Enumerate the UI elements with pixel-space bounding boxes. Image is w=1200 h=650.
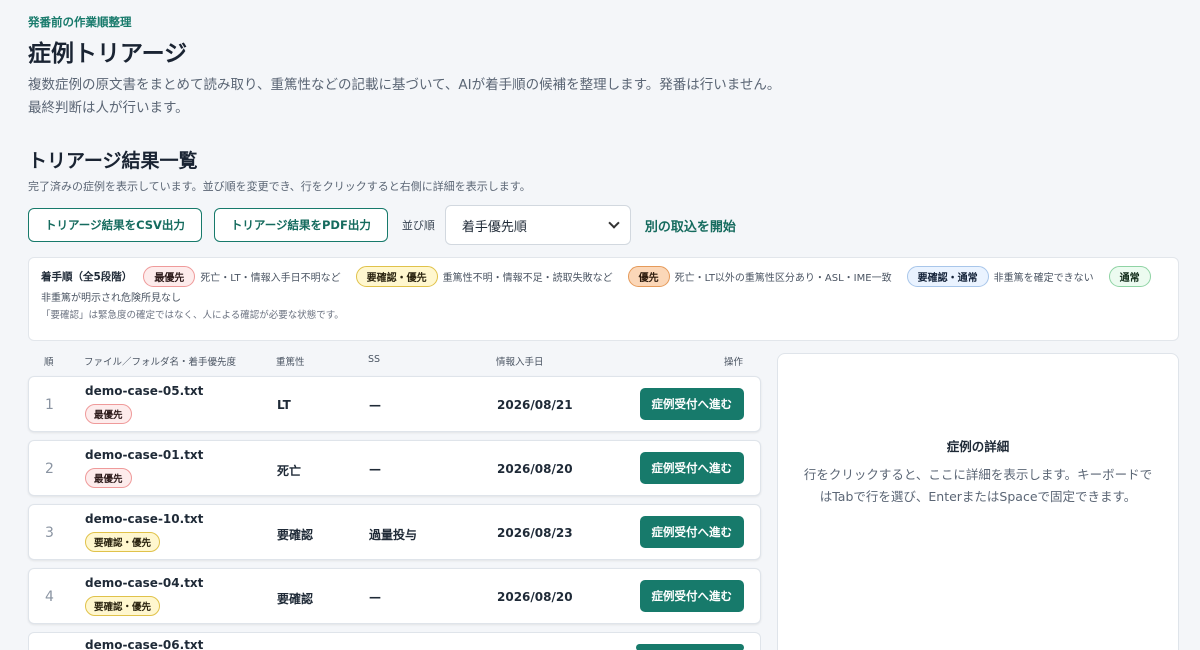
priority-badge: 要確認・優先 (85, 596, 161, 616)
export-pdf-button[interactable]: トリアージ結果をPDF出力 (213, 208, 388, 242)
date-value: 2026/08/21 (497, 398, 573, 412)
ss-value: — (369, 590, 381, 604)
proceed-button[interactable]: 症例受付へ進む (639, 580, 744, 612)
table-row[interactable]: demo-case-06.txt (28, 632, 761, 650)
page-description: 複数症例の原文書をまとめて読み取り、重篤性などの記載に基づいて、AIが着手順の候… (28, 77, 781, 116)
row-number: 2 (45, 461, 54, 477)
legend-desc-check-priority: 重篤性不明・情報不足・読取失敗など (442, 273, 613, 284)
col-order: 順 (44, 357, 54, 368)
col-severity: 重篤性 (276, 357, 305, 368)
priority-badge: 最優先 (85, 468, 132, 488)
legend-row: 着手順（全5段階） 最優先 死亡・LT・情報入手日不明など 要確認・優先 重篤性… (41, 266, 1166, 304)
file-name: demo-case-05.txt (85, 384, 204, 398)
page-eyebrow: 発番前の作業順整理 (28, 15, 132, 29)
detail-placeholder-text: 行をクリックすると、ここに詳細を表示します。キーボードではTabで行を選び、En… (803, 467, 1153, 504)
proceed-button[interactable]: 症例受付へ進む (639, 516, 744, 548)
proceed-button[interactable]: 症例受付へ進む (639, 452, 744, 484)
file-name: demo-case-01.txt (85, 448, 204, 462)
legend-desc-top: 死亡・LT・情報入手日不明など (200, 273, 341, 284)
legend-title: 着手順（全5段階） (41, 271, 133, 283)
priority-legend: 着手順（全5段階） 最優先 死亡・LT・情報入手日不明など 要確認・優先 重篤性… (28, 257, 1179, 341)
results-heading: トリアージ結果一覧 (28, 150, 198, 172)
results-subtext: 完了済みの症例を表示しています。並び順を変更でき、行をクリックすると右側に詳細を… (28, 180, 531, 193)
legend-badge-normal: 通常 (1108, 266, 1151, 287)
col-file: ファイル／フォルダ名・着手優先度 (84, 357, 237, 368)
table-row[interactable]: 2 demo-case-01.txt 最優先 死亡 — 2026/08/20 症… (28, 440, 761, 496)
legend-badge-top: 最優先 (143, 266, 196, 287)
legend-note: 「要確認」は緊急度の確定ではなく、人による確認が必要な状態です。 (41, 310, 344, 321)
severity-value: 要確認 (277, 528, 314, 542)
row-number: 3 (45, 525, 54, 541)
row-number: 4 (45, 589, 54, 605)
ss-value: — (369, 462, 381, 476)
row-number: 1 (45, 397, 54, 413)
sort-label: 並び順 (401, 219, 435, 232)
severity-value: 要確認 (277, 592, 314, 606)
ss-value: — (369, 398, 381, 412)
col-ss: SS (368, 354, 381, 365)
severity-value: 死亡 (277, 464, 302, 478)
file-name: demo-case-10.txt (85, 512, 204, 526)
results-toolbar: トリアージ結果をCSV出力 トリアージ結果をPDF出力 並び順 着手優先順 別の… (28, 205, 736, 245)
legend-desc-priority: 死亡・LT以外の重篤性区分あり・ASL・IME一致 (674, 273, 892, 284)
proceed-button[interactable]: 症例受付へ進む (639, 388, 744, 420)
new-import-link[interactable]: 別の取込を開始 (645, 216, 736, 235)
table-row[interactable]: 1 demo-case-05.txt 最優先 LT — 2026/08/21 症… (28, 376, 761, 432)
col-date: 情報入手日 (496, 357, 544, 368)
legend-badge-check-normal: 要確認・通常 (906, 266, 989, 287)
priority-badge: 最優先 (85, 404, 132, 424)
legend-desc-check-normal: 非重篤を確定できない (993, 273, 1094, 284)
col-action: 操作 (724, 357, 744, 368)
chevron-down-icon (608, 217, 620, 229)
date-value: 2026/08/20 (497, 462, 573, 476)
file-name: demo-case-06.txt (85, 638, 204, 650)
legend-badge-priority: 優先 (627, 266, 670, 287)
table-row[interactable]: 3 demo-case-10.txt 要確認・優先 要確認 過量投与 2026/… (28, 504, 761, 560)
sort-select[interactable]: 着手優先順 (444, 205, 631, 245)
sort-select-value: 着手優先順 (461, 219, 527, 235)
severity-value: LT (277, 398, 291, 412)
page: 発番前の作業順整理 症例トリアージ 複数症例の原文書をまとめて読み取り、重篤性な… (0, 0, 1200, 650)
date-value: 2026/08/20 (497, 590, 573, 604)
table-row[interactable]: 4 demo-case-04.txt 要確認・優先 要確認 — 2026/08/… (28, 568, 761, 624)
priority-badge: 要確認・優先 (85, 532, 161, 552)
file-name: demo-case-04.txt (85, 576, 204, 590)
detail-title: 症例の詳細 (946, 439, 1010, 454)
page-title: 症例トリアージ (28, 41, 188, 67)
ss-value: 過量投与 (369, 528, 418, 542)
export-csv-button[interactable]: トリアージ結果をCSV出力 (28, 208, 202, 242)
case-detail-panel: 症例の詳細 行をクリックすると、ここに詳細を表示します。キーボードではTabで行… (777, 353, 1179, 650)
table-header: 順 ファイル／フォルダ名・着手優先度 重篤性 SS 情報入手日 操作 (28, 354, 761, 370)
legend-desc-normal: 非重篤が明示され危険所見なし (41, 293, 181, 304)
legend-badge-check-priority: 要確認・優先 (355, 266, 438, 287)
proceed-button[interactable] (636, 644, 744, 650)
date-value: 2026/08/23 (497, 526, 573, 540)
